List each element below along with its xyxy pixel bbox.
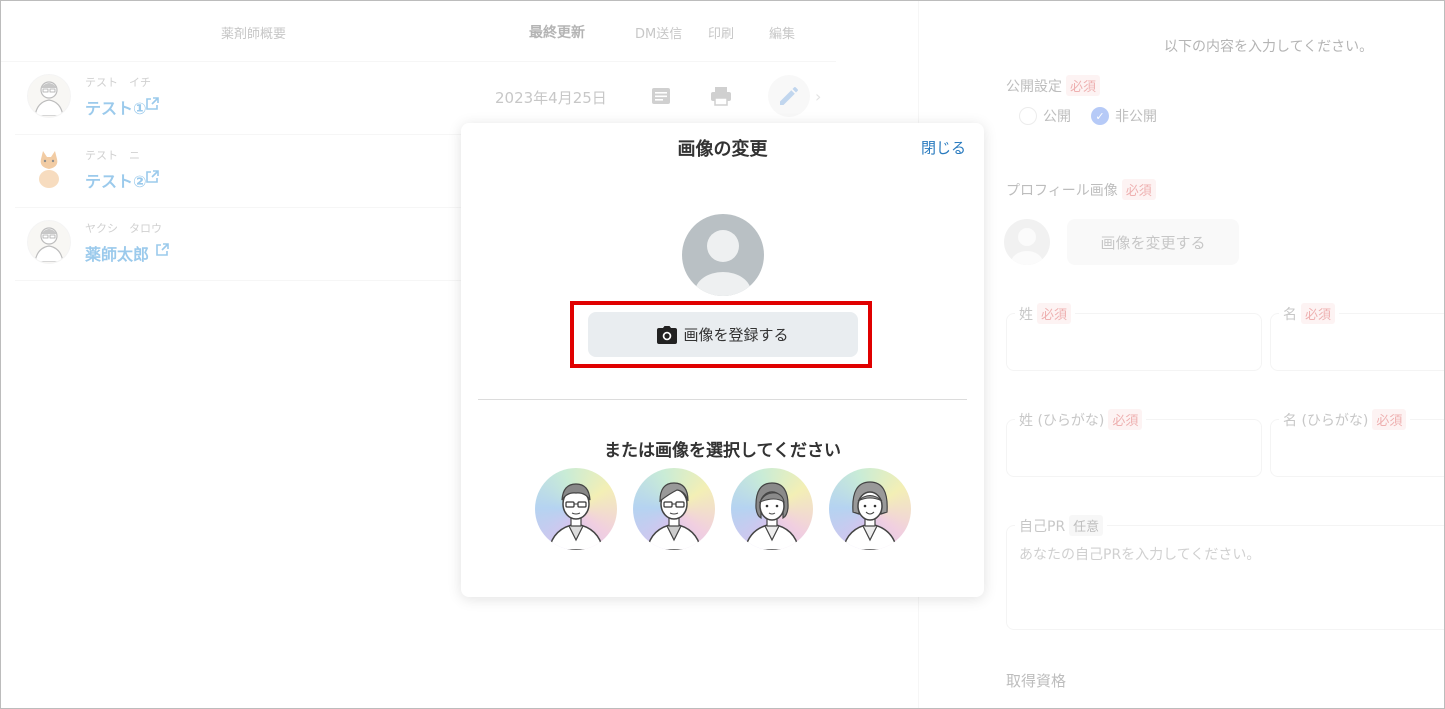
close-button[interactable]: 閉じる (921, 137, 966, 158)
register-image-label: 画像を登録する (683, 327, 789, 344)
female-pharmacist-icon (842, 481, 898, 550)
divider (478, 399, 967, 400)
male-pharmacist-icon (646, 482, 702, 550)
preset-avatar-female-short[interactable] (731, 468, 813, 550)
app-window: 薬剤師概要 最終更新 DM送信 印刷 編集 テスト イチ テスト① 2023年4… (0, 0, 1445, 709)
person-placeholder-icon (695, 230, 751, 296)
male-pharmacist-icon (548, 483, 604, 550)
change-image-modal: 画像の変更 閉じる 画像を登録する または画像を選択してください (461, 123, 984, 597)
preset-avatar-male-glasses-2[interactable] (633, 468, 715, 550)
preset-avatar-female-bob[interactable] (829, 468, 911, 550)
preset-avatar-male-glasses[interactable] (535, 468, 617, 550)
camera-icon (657, 325, 678, 344)
current-avatar (682, 214, 764, 296)
choose-image-text: または画像を選択してください (604, 441, 841, 461)
register-image-button[interactable]: 画像を登録する (588, 312, 858, 357)
modal-title: 画像の変更 (677, 139, 768, 160)
female-pharmacist-icon (744, 482, 800, 550)
preset-avatar-list (535, 468, 915, 552)
